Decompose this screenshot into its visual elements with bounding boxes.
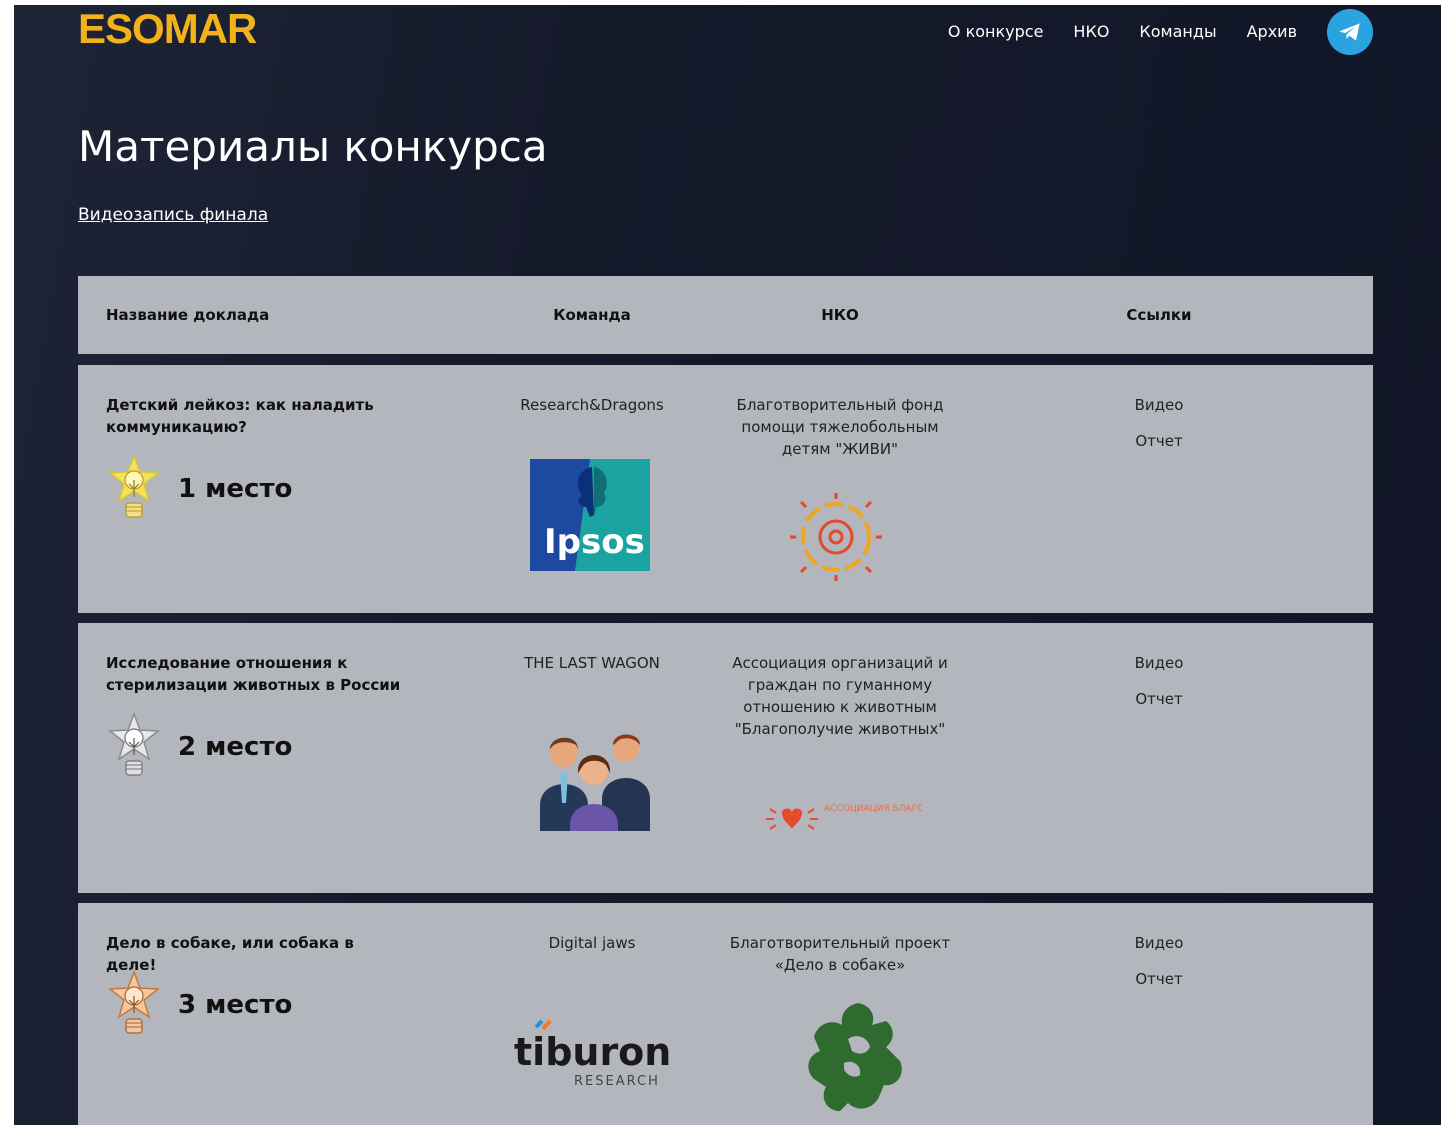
lightbulb-star-silver-icon (107, 711, 161, 776)
telegram-icon (1339, 23, 1360, 41)
report-link[interactable]: Отчет (1078, 430, 1240, 452)
report-link[interactable]: Отчет (1078, 688, 1240, 710)
team-logo-text: Ipsos (544, 522, 645, 562)
team-logo-people (530, 719, 658, 835)
video-link[interactable]: Видео (1078, 652, 1240, 674)
final-video-link[interactable]: Видеозапись финала (78, 205, 268, 225)
nko-logo-zhivi (788, 491, 884, 587)
team-logo-text: tiburon (514, 1030, 671, 1074)
place-label: 3 место (178, 990, 293, 1020)
page: ESOMAR О конкурсе НКО Команды Архив Мате… (14, 5, 1441, 1125)
header-report-title: Название доклада (106, 306, 270, 324)
team-logo-subtext: RESEARCH (574, 1074, 660, 1089)
table-row: Исследование отношения к стерилизации жи… (78, 623, 1373, 893)
links-cell: Видео Отчет (1078, 394, 1240, 452)
nav-item-teams[interactable]: Команды (1139, 12, 1216, 52)
team-logo-tiburon: tiburon RESEARCH (512, 1019, 680, 1095)
nko-logo-animal-welfare: АССОЦИАЦИЯ БЛАГОПОЛУЧИЕ ЖИВОТНЫХ (762, 799, 1028, 847)
team-name: THE LAST WAGON (524, 654, 660, 672)
telegram-button[interactable] (1327, 9, 1373, 55)
team-name: Research&Dragons (520, 396, 664, 414)
table-row: Дело в собаке, или собака в деле! 3 мест… (78, 903, 1373, 1125)
nko-name: Ассоциация организаций и граждан по гума… (732, 654, 948, 738)
nko-name: Благотворительный фонд помощи тяжелоболь… (736, 396, 944, 458)
table-header: Название доклада Команда НКО Ссылки (78, 276, 1373, 354)
nav-item-nko[interactable]: НКО (1073, 12, 1109, 52)
nav-item-about[interactable]: О конкурсе (948, 12, 1044, 52)
links-cell: Видео Отчет (1078, 932, 1240, 990)
team-name: Digital jaws (548, 934, 636, 952)
main-nav: О конкурсе НКО Команды Архив (918, 9, 1373, 55)
team-logo-ipsos: Ipsos (530, 459, 650, 575)
place-badge: 1 место (106, 453, 292, 525)
video-link[interactable]: Видео (1078, 394, 1240, 416)
nko-name: Благотворительный проект «Дело в собаке» (729, 934, 951, 974)
table-row: Детский лейкоз: как наладить коммуникаци… (78, 365, 1373, 613)
report-link[interactable]: Отчет (1078, 968, 1240, 990)
place-label: 1 место (178, 474, 293, 504)
video-link[interactable]: Видео (1078, 932, 1240, 954)
site-logo[interactable]: ESOMAR (78, 5, 257, 53)
lightbulb-star-gold-icon (107, 453, 161, 518)
report-title: Исследование отношения к стерилизации жи… (106, 654, 401, 694)
place-badge: 3 место (106, 969, 292, 1041)
lightbulb-star-bronze-icon (107, 969, 161, 1034)
links-cell: Видео Отчет (1078, 652, 1240, 710)
header-links: Ссылки (1126, 306, 1192, 324)
place-badge: 2 место (106, 711, 292, 783)
nav-item-archive[interactable]: Архив (1247, 12, 1297, 52)
page-title: Материалы конкурса (78, 122, 548, 171)
place-label: 2 место (178, 732, 293, 762)
header-team: Команда (553, 306, 631, 324)
report-title: Детский лейкоз: как наладить коммуникаци… (106, 396, 374, 436)
nko-logo-text: АССОЦИАЦИЯ БЛАГОПОЛУЧИЕ ЖИВОТНЫХ (824, 804, 922, 814)
header-nko: НКО (821, 306, 859, 324)
nko-logo-delo-v-sobake (796, 999, 920, 1119)
